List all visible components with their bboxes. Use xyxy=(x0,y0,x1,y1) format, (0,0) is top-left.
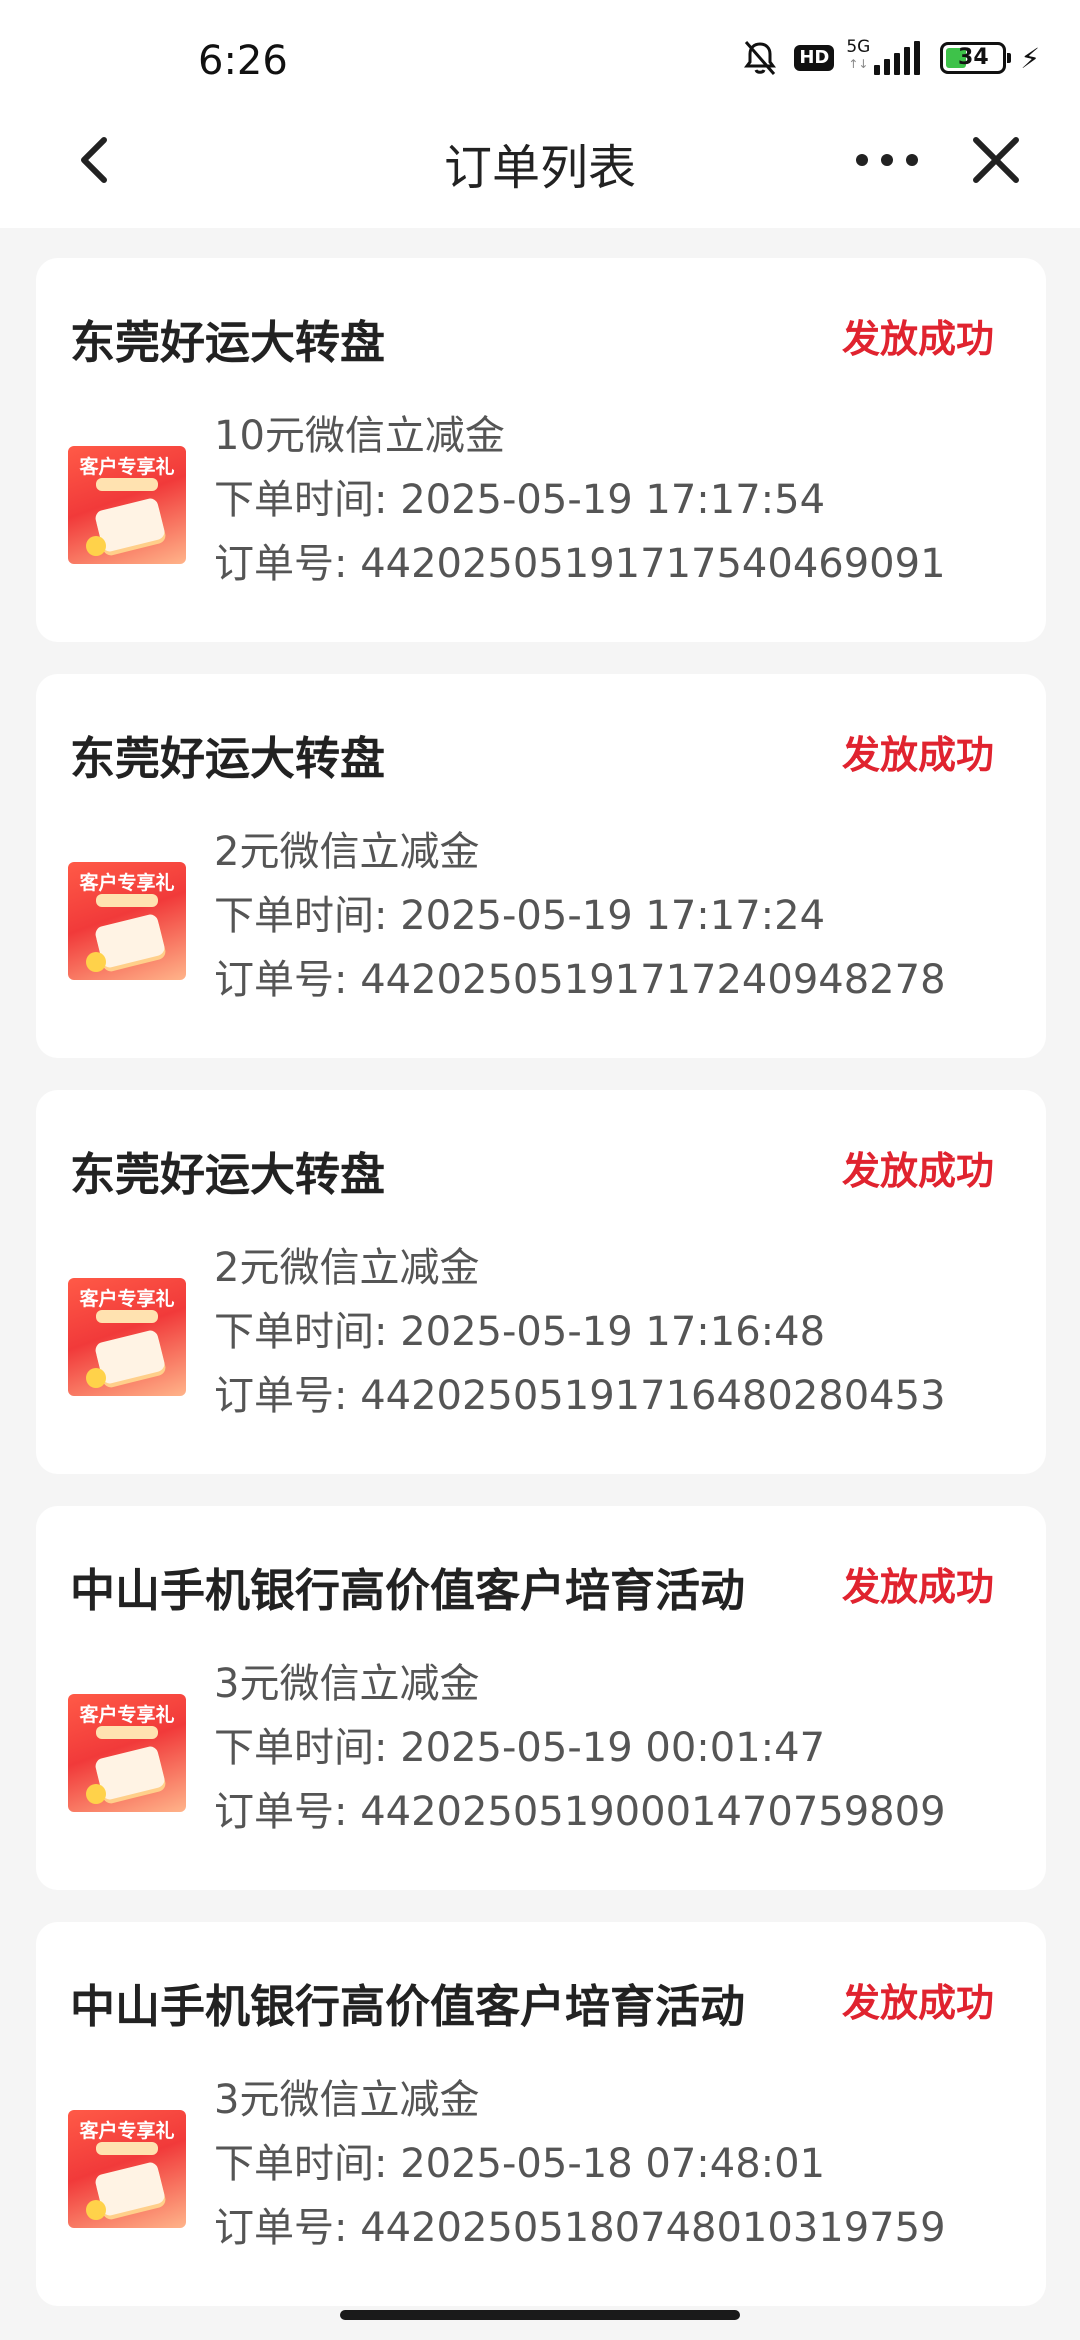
order-number: 订单号: 44202505191717540469091 xyxy=(214,541,946,587)
status-icons: HD 5G ↑↓ 34 ⚡ xyxy=(740,37,1040,78)
order-status: 发放成功 xyxy=(841,1981,994,2025)
order-status: 发放成功 xyxy=(841,733,994,777)
order-product: 10元微信立减金 xyxy=(214,413,505,459)
order-title: 东莞好运大转盘 xyxy=(70,1148,386,1201)
order-time: 下单时间: 2025-05-18 07:48:01 xyxy=(214,2141,826,2187)
order-info: 10元微信立减金 下单时间: 2025-05-19 17:17:54 订单号: … xyxy=(214,404,946,596)
order-number: 订单号: 44202505191716480280453 xyxy=(214,1373,946,1419)
more-dots-icon xyxy=(856,154,868,166)
order-product: 3元微信立减金 xyxy=(214,2077,480,2123)
order-status: 发放成功 xyxy=(841,1149,994,1193)
close-button[interactable] xyxy=(968,130,1024,190)
order-product: 2元微信立减金 xyxy=(214,829,480,875)
order-time: 下单时间: 2025-05-19 17:17:54 xyxy=(214,477,826,523)
battery-icon: 34 xyxy=(940,42,1012,74)
order-info: 3元微信立减金 下单时间: 2025-05-18 07:48:01 订单号: 4… xyxy=(214,2068,946,2260)
order-title: 中山手机银行高价值客户培育活动 xyxy=(70,1564,746,1617)
order-card[interactable]: 东莞好运大转盘 发放成功 客户专享礼 10元微信立减金 下单时间: 2025-0… xyxy=(36,258,1046,642)
gift-thumbnail: 客户专享礼 xyxy=(68,1278,186,1396)
hd-badge: HD xyxy=(794,45,835,71)
order-card[interactable]: 东莞好运大转盘 发放成功 客户专享礼 2元微信立减金 下单时间: 2025-05… xyxy=(36,1090,1046,1474)
order-title: 中山手机银行高价值客户培育活动 xyxy=(70,1980,746,2033)
order-info: 2元微信立减金 下单时间: 2025-05-19 17:17:24 订单号: 4… xyxy=(214,820,946,1012)
more-button[interactable] xyxy=(856,130,918,190)
order-number: 订单号: 44202505191717240948278 xyxy=(214,957,946,1003)
order-info: 3元微信立减金 下单时间: 2025-05-19 00:01:47 订单号: 4… xyxy=(214,1652,946,1844)
order-title: 东莞好运大转盘 xyxy=(70,316,386,369)
order-status: 发放成功 xyxy=(841,317,994,361)
signal-icon: 5G ↑↓ xyxy=(846,37,921,75)
order-product: 2元微信立减金 xyxy=(214,1245,480,1291)
order-info: 2元微信立减金 下单时间: 2025-05-19 17:16:48 订单号: 4… xyxy=(214,1236,946,1428)
order-time: 下单时间: 2025-05-19 17:16:48 xyxy=(214,1309,826,1355)
status-time: 6:26 xyxy=(198,38,288,84)
order-title: 东莞好运大转盘 xyxy=(70,732,386,785)
order-card[interactable]: 中山手机银行高价值客户培育活动 发放成功 客户专享礼 3元微信立减金 下单时间:… xyxy=(36,1506,1046,1890)
order-number: 订单号: 44202505190001470759809 xyxy=(214,1789,946,1835)
order-product: 3元微信立减金 xyxy=(214,1661,480,1707)
order-time: 下单时间: 2025-05-19 17:17:24 xyxy=(214,893,826,939)
order-list: 东莞好运大转盘 发放成功 客户专享礼 10元微信立减金 下单时间: 2025-0… xyxy=(36,258,1046,2338)
gift-thumbnail: 客户专享礼 xyxy=(68,2110,186,2228)
bell-muted-icon xyxy=(744,41,777,75)
order-card[interactable]: 东莞好运大转盘 发放成功 客户专享礼 2元微信立减金 下单时间: 2025-05… xyxy=(36,674,1046,1058)
top-bar: 6:26 HD 5G ↑↓ 34 ⚡ 订单列表 xyxy=(0,0,1080,228)
order-number: 订单号: 44202505180748010319759 xyxy=(214,2205,946,2251)
order-status: 发放成功 xyxy=(841,1565,994,1609)
order-time: 下单时间: 2025-05-19 00:01:47 xyxy=(214,1725,826,1771)
charging-icon: ⚡ xyxy=(1020,41,1040,75)
order-card[interactable]: 中山手机银行高价值客户培育活动 发放成功 客户专享礼 3元微信立减金 下单时间:… xyxy=(36,1922,1046,2306)
gift-thumbnail: 客户专享礼 xyxy=(68,862,186,980)
gift-thumbnail: 客户专享礼 xyxy=(68,1694,186,1812)
page-title: 订单列表 xyxy=(443,140,636,196)
home-indicator[interactable] xyxy=(340,2310,740,2320)
gift-thumbnail: 客户专享礼 xyxy=(68,446,186,564)
